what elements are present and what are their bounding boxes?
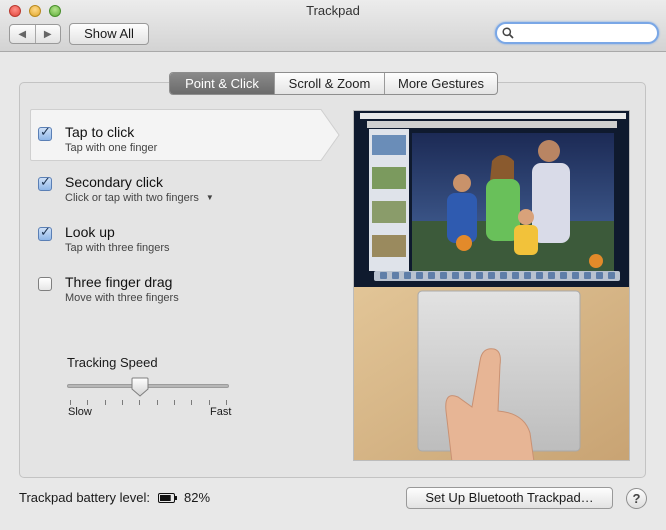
search-icon <box>502 27 514 39</box>
fast-label: Fast <box>210 406 232 418</box>
slider-tick <box>191 400 193 405</box>
slider-tick <box>139 400 141 405</box>
battery-icon <box>158 492 178 503</box>
tracking-speed-thumb[interactable] <box>131 377 149 397</box>
tab-scroll-and-zoom[interactable]: Scroll & Zoom <box>274 73 384 94</box>
setup-bluetooth-trackpad-button[interactable]: Set Up Bluetooth Trackpad… <box>406 487 613 509</box>
chevron-left-icon: ◀ <box>18 28 27 40</box>
search-input[interactable] <box>517 25 652 41</box>
dropdown-caret-icon: ▼ <box>205 193 214 202</box>
three-finger-drag-checkbox[interactable] <box>38 277 52 291</box>
window-title: Trackpad <box>306 3 360 18</box>
chevron-right-icon: ▶ <box>43 28 52 40</box>
option-subtitle: Move with three fingers <box>65 292 179 304</box>
slider-tick <box>122 400 123 405</box>
slider-tick <box>70 400 71 405</box>
forward-button[interactable]: ▶ <box>34 25 61 43</box>
slider-tick <box>156 400 158 405</box>
search-field[interactable] <box>495 22 659 44</box>
tap-to-click-checkbox[interactable] <box>38 125 52 141</box>
tab-point-and-click[interactable]: Point & Click <box>170 73 274 94</box>
slider-tick <box>87 400 89 405</box>
battery-value: 82% <box>184 490 211 505</box>
option-subtitle: Click or tap with two fingers <box>65 192 199 204</box>
option-title: Secondary click <box>65 174 164 190</box>
slider-tick <box>104 400 106 405</box>
option-subtitle: Tap with one finger <box>65 142 158 154</box>
option-title: Three finger drag <box>65 274 173 290</box>
preview-illustration <box>354 111 629 460</box>
option-subtitle: Tap with three fingers <box>65 242 170 254</box>
tab-more-gestures[interactable]: More Gestures <box>384 73 497 94</box>
tracking-speed-label: Tracking Speed <box>67 355 158 370</box>
gesture-preview-video <box>353 110 630 461</box>
secondary-click-menu[interactable]: Click or tap with two fingers ▼ <box>65 192 214 204</box>
back-button[interactable]: ◀ <box>10 25 35 43</box>
battery-status: Trackpad battery level: 82% <box>19 490 210 505</box>
look-up-checkbox[interactable] <box>38 225 52 241</box>
slider-tick <box>208 400 210 405</box>
back-forward-control: ◀ ▶ <box>9 24 61 44</box>
slow-label: Slow <box>68 406 92 418</box>
battery-label: Trackpad battery level: <box>19 490 151 505</box>
slider-tick <box>174 400 175 405</box>
slider-tick <box>226 400 227 405</box>
title-bar: Trackpad ◀ ▶ Show All <box>0 0 666 52</box>
show-all-button[interactable]: Show All <box>69 23 149 45</box>
help-button[interactable]: ? <box>626 488 647 509</box>
secondary-click-checkbox[interactable] <box>38 175 52 191</box>
option-title: Look up <box>65 224 115 240</box>
option-title: Tap to click <box>65 124 135 140</box>
tab-bar: Point & Click Scroll & Zoom More Gesture… <box>169 72 498 95</box>
